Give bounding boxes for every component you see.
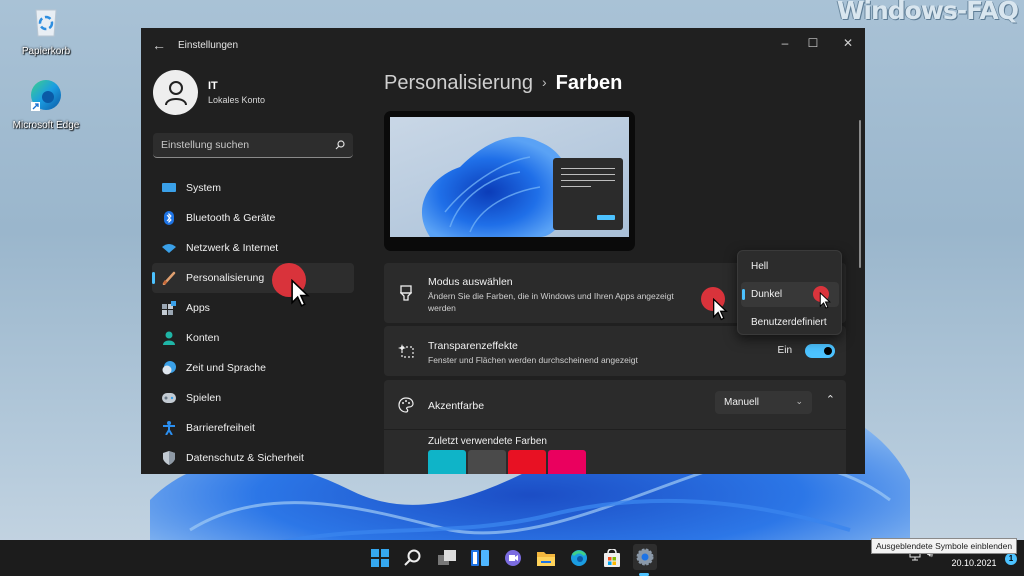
palette-icon: [398, 397, 414, 413]
transparency-description: Fenster und Flächen werden durchscheinen…: [428, 355, 638, 365]
mouse-cursor-icon: [291, 279, 310, 307]
clock-date: 20.10.2021: [951, 558, 997, 568]
sidebar-item-accounts[interactable]: Konten: [152, 323, 354, 353]
task-view-icon[interactable]: [436, 547, 458, 569]
option-label: Benutzerdefiniert: [751, 317, 827, 328]
teams-chat-icon[interactable]: [502, 547, 524, 569]
transparency-toggle[interactable]: [805, 344, 835, 358]
accent-title: Akzentfarbe: [428, 400, 485, 412]
toggle-state-label: Ein: [777, 345, 792, 356]
close-button[interactable]: ✕: [831, 32, 865, 54]
brush-icon: [162, 271, 176, 285]
paint-brush-icon: [398, 285, 414, 301]
sidebar-item-accessibility[interactable]: Barrierefreiheit: [152, 413, 354, 443]
scrollbar[interactable]: [859, 120, 861, 268]
person-icon: [162, 331, 176, 345]
user-profile[interactable]: IT Lokales Konto: [153, 70, 265, 115]
search-input[interactable]: [161, 139, 335, 151]
maximize-button[interactable]: ☐: [796, 32, 830, 54]
sidebar-item-bluetooth[interactable]: Bluetooth & Geräte: [152, 203, 354, 233]
watermark: Windows-FAQ: [836, 0, 1019, 25]
file-explorer-icon[interactable]: [535, 547, 557, 569]
start-icon[interactable]: [369, 547, 391, 569]
settings-search[interactable]: [153, 133, 353, 158]
apps-icon: [162, 301, 176, 315]
chevron-down-icon: ⌄: [795, 396, 803, 406]
option-label: Hell: [751, 261, 769, 272]
edge-icon: [31, 80, 61, 111]
sidebar-item-gaming[interactable]: Spielen: [152, 383, 354, 413]
transparency-icon: [398, 343, 414, 359]
desktop-icon-edge[interactable]: Microsoft Edge: [6, 78, 86, 131]
color-swatch[interactable]: [548, 450, 586, 474]
color-swatch[interactable]: [428, 450, 466, 474]
chevron-up-icon[interactable]: ⌃: [826, 393, 835, 406]
search-icon[interactable]: [335, 140, 345, 150]
sidebar-item-privacy[interactable]: Datenschutz & Sicherheit: [152, 443, 354, 473]
arrow-left-icon[interactable]: ←: [151, 37, 167, 53]
preview-dialog: [553, 158, 623, 230]
accessibility-icon: [162, 421, 176, 435]
sidebar-item-network[interactable]: Netzwerk & Internet: [152, 233, 354, 263]
window-title: Einstellungen: [178, 40, 239, 51]
profile-subtitle: Lokales Konto: [208, 95, 266, 105]
widgets-icon[interactable]: [469, 547, 491, 569]
wifi-icon: [162, 241, 176, 255]
sidebar-item-label: System: [186, 182, 222, 194]
sidebar-item-label: Personalisierung: [186, 272, 265, 284]
profile-name: IT: [208, 80, 218, 92]
sidebar-item-label: Apps: [186, 302, 210, 314]
sidebar-item-label: Zeit und Sprache: [186, 362, 266, 374]
sidebar-item-personalization[interactable]: Personalisierung: [152, 263, 354, 293]
chevron-right-icon: ›: [541, 74, 547, 90]
mode-description: Ändern Sie die Farben, die in Windows un…: [428, 291, 674, 313]
breadcrumb: Personalisierung › Farben: [384, 72, 622, 95]
edge-icon[interactable]: [568, 547, 590, 569]
sidebar-item-time-language[interactable]: Zeit und Sprache: [152, 353, 354, 383]
shield-icon: [162, 451, 176, 465]
sidebar-item-label: Netzwerk & Internet: [186, 242, 279, 254]
page-title: Farben: [555, 72, 623, 94]
recycle-bin-icon: [35, 9, 57, 37]
sidebar-item-label: Spielen: [186, 392, 222, 404]
recent-colors: [428, 450, 586, 474]
theme-preview: [384, 111, 635, 251]
desktop-icon-label: Microsoft Edge: [12, 120, 80, 131]
transparency-title: Transparenzeffekte: [428, 340, 518, 352]
sidebar-item-label: Barrierefreiheit: [186, 422, 255, 434]
system-icon: [162, 181, 176, 195]
mode-option-light[interactable]: Hell: [741, 254, 839, 279]
tooltip: Ausgeblendete Symbole einblenden: [871, 538, 1018, 554]
bluetooth-icon: [162, 211, 176, 225]
option-label: Dunkel: [751, 289, 783, 300]
person-outline-icon: [164, 80, 187, 105]
mode-option-custom[interactable]: Benutzerdefiniert: [741, 310, 839, 335]
accent-mode-value: Manuell: [724, 397, 760, 408]
sidebar-item-apps[interactable]: Apps: [152, 293, 354, 323]
mode-title: Modus auswählen: [428, 276, 513, 288]
mouse-cursor-icon: [819, 292, 831, 309]
title-bar: ← Einstellungen – ☐ ✕: [141, 28, 865, 62]
search-icon[interactable]: [402, 547, 424, 569]
globe-clock-icon: [162, 361, 176, 375]
breadcrumb-parent[interactable]: Personalisierung: [384, 72, 533, 94]
desktop-icon-label: Papierkorb: [21, 46, 71, 57]
gamepad-icon: [162, 391, 176, 405]
color-swatch[interactable]: [508, 450, 546, 474]
notification-badge[interactable]: 1: [1005, 553, 1017, 565]
accent-mode-select[interactable]: Manuell ⌄: [715, 391, 812, 414]
desktop-icon-recycle-bin[interactable]: Papierkorb: [6, 6, 86, 57]
sidebar-item-system[interactable]: System: [152, 173, 354, 203]
sidebar-nav: System Bluetooth & Geräte Netzwerk & Int…: [152, 173, 354, 473]
sidebar-item-label: Datenschutz & Sicherheit: [186, 452, 304, 464]
mouse-cursor-icon: [713, 298, 728, 321]
avatar: [153, 70, 198, 115]
accent-color-card: Akzentfarbe Manuell ⌄ ⌃ Zuletzt verwende…: [384, 380, 846, 474]
settings-icon[interactable]: [633, 544, 657, 570]
sidebar-item-label: Konten: [186, 332, 220, 344]
sidebar-item-label: Bluetooth & Geräte: [186, 212, 276, 224]
color-swatch[interactable]: [468, 450, 506, 474]
recent-colors-label: Zuletzt verwendete Farben: [428, 436, 547, 447]
store-icon[interactable]: [601, 547, 623, 569]
